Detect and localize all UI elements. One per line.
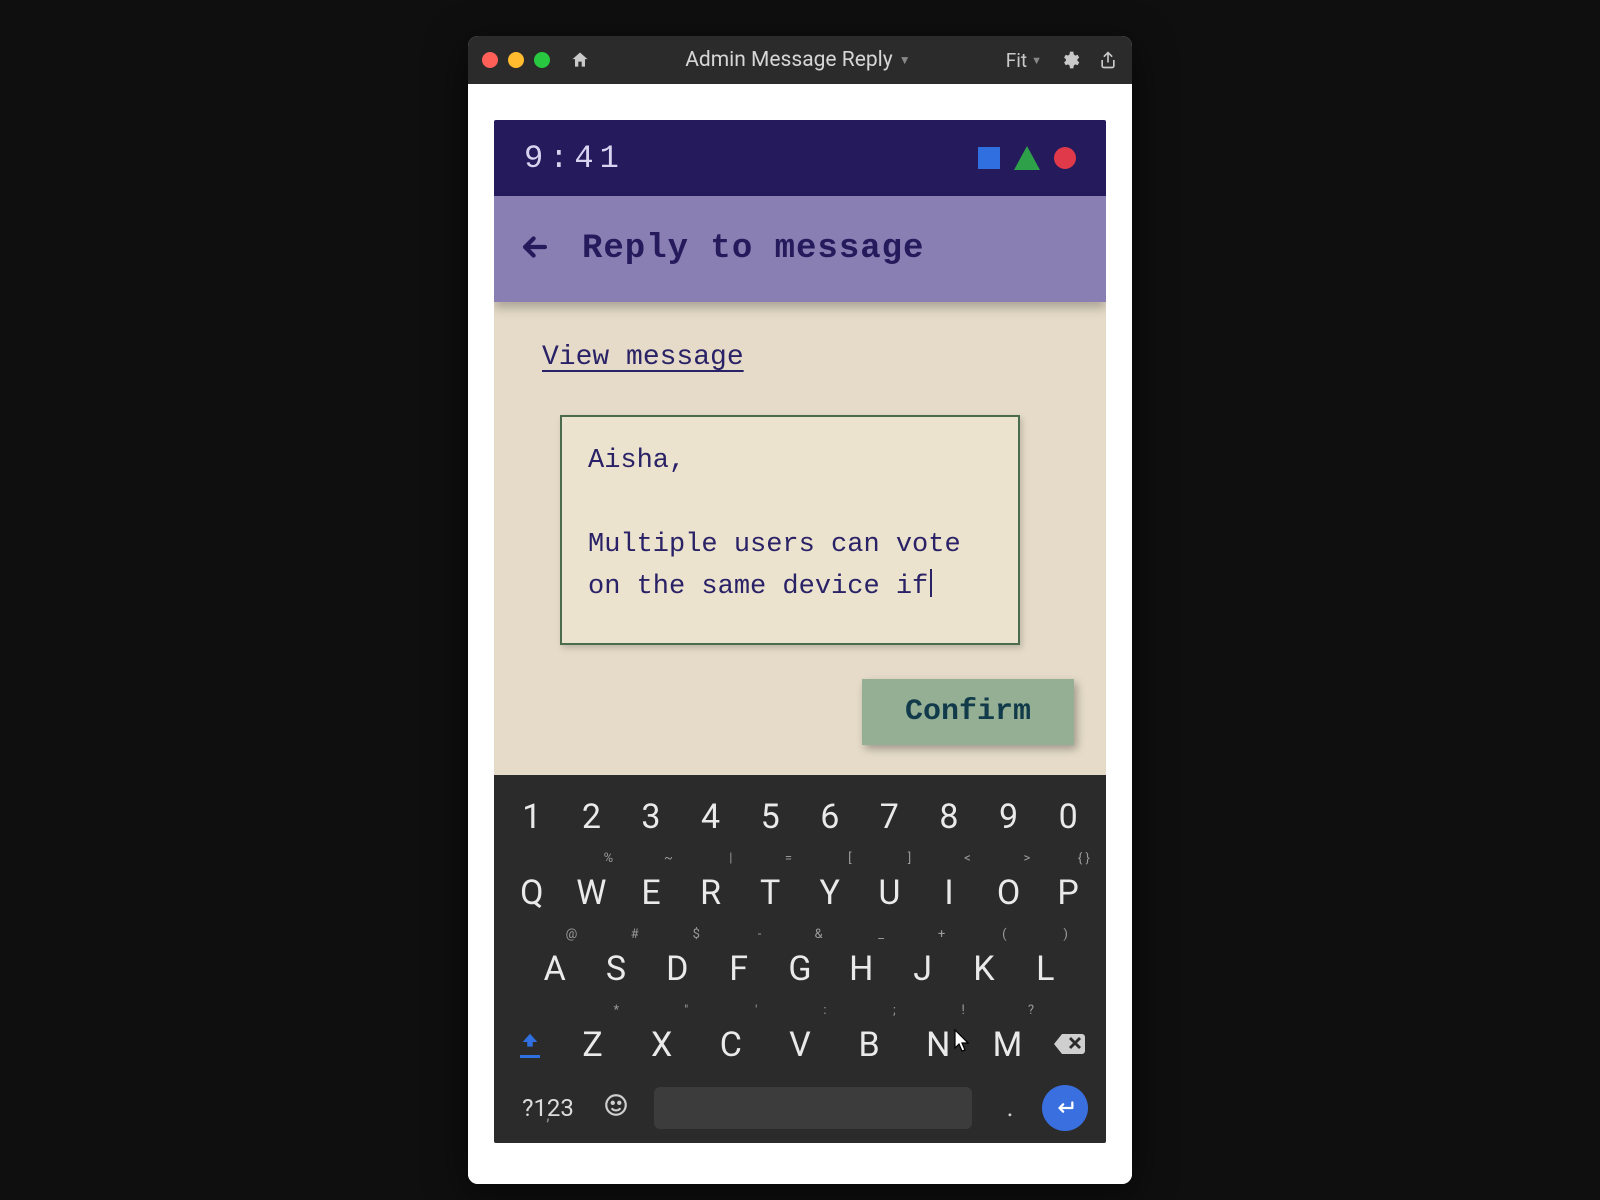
confirm-button[interactable]: Confirm (862, 679, 1074, 745)
share-icon[interactable] (1098, 50, 1118, 70)
keyboard-row-q: QW%E~R|T=Y[U]I<O>P{ } (502, 865, 1098, 919)
key-d[interactable]: D$ (647, 941, 708, 995)
key-6[interactable]: 6 (800, 789, 860, 843)
zoom-fit-label: Fit (1006, 49, 1027, 72)
key-p[interactable]: P{ } (1038, 865, 1098, 919)
key-8[interactable]: 8 (919, 789, 979, 843)
key-2[interactable]: 2 (562, 789, 622, 843)
status-icons (978, 146, 1076, 170)
triangle-status-icon (1014, 146, 1040, 170)
enter-key[interactable] (1042, 1085, 1088, 1131)
key-l[interactable]: L) (1015, 941, 1076, 995)
key-s[interactable]: S# (585, 941, 646, 995)
key-f[interactable]: F- (708, 941, 769, 995)
square-status-icon (978, 147, 1000, 169)
window-title[interactable]: Admin Message Reply ▼ (600, 48, 996, 72)
key-a[interactable]: A@ (524, 941, 585, 995)
key-m[interactable]: M? (973, 1017, 1042, 1071)
key-0[interactable]: 0 (1038, 789, 1098, 843)
emoji-key[interactable] (592, 1092, 640, 1125)
on-screen-keyboard: 1234567890 QW%E~R|T=Y[U]I<O>P{ } A@S#D$F… (494, 775, 1106, 1143)
key-x[interactable]: X" (627, 1017, 696, 1071)
key-o[interactable]: O> (979, 865, 1039, 919)
traffic-lights (482, 52, 550, 68)
key-u[interactable]: U] (860, 865, 920, 919)
key-5[interactable]: 5 (740, 789, 800, 843)
key-h[interactable]: H_ (831, 941, 892, 995)
keyboard-row-numbers: 1234567890 (502, 789, 1098, 843)
text-cursor (930, 569, 932, 597)
key-n[interactable]: N! (904, 1017, 973, 1071)
keyboard-row-a: A@S#D$F-G&H_J+K(L) (502, 941, 1098, 995)
circle-status-icon (1054, 147, 1076, 169)
back-arrow-icon[interactable] (518, 230, 552, 268)
chevron-down-icon: ▼ (899, 53, 911, 67)
status-time: 9:41 (524, 140, 625, 177)
fullscreen-window-button[interactable] (534, 52, 550, 68)
titlebar: Admin Message Reply ▼ Fit ▼ (468, 36, 1132, 84)
key-i[interactable]: I< (919, 865, 979, 919)
zoom-fit-button[interactable]: Fit ▼ (1006, 49, 1042, 72)
key-j[interactable]: J+ (892, 941, 953, 995)
key-v[interactable]: V: (765, 1017, 834, 1071)
minimize-window-button[interactable] (508, 52, 524, 68)
symbols-key[interactable]: ?123 , (512, 1094, 584, 1122)
key-w[interactable]: W% (562, 865, 622, 919)
key-t[interactable]: T= (740, 865, 800, 919)
app-window: Admin Message Reply ▼ Fit ▼ 9:41 (468, 36, 1132, 1184)
window-title-text: Admin Message Reply (685, 48, 893, 72)
key-c[interactable]: C' (696, 1017, 765, 1071)
key-1[interactable]: 1 (502, 789, 562, 843)
key-e[interactable]: E~ (621, 865, 681, 919)
space-key[interactable] (654, 1087, 972, 1129)
backspace-key[interactable] (1042, 1030, 1098, 1058)
key-b[interactable]: B; (835, 1017, 904, 1071)
gear-icon[interactable] (1060, 50, 1080, 70)
page-title: Reply to message (582, 230, 924, 268)
key-z[interactable]: Z* (558, 1017, 627, 1071)
chevron-down-icon: ▼ (1031, 54, 1042, 67)
key-q[interactable]: Q (502, 865, 562, 919)
shift-key[interactable] (502, 1031, 558, 1058)
content-area: View message Aisha, Multiple users can v… (494, 302, 1106, 775)
key-y[interactable]: Y[ (800, 865, 860, 919)
view-message-link[interactable]: View message (542, 342, 744, 373)
period-key[interactable]: . (986, 1093, 1034, 1123)
keyboard-row-func: ?123 , . (502, 1075, 1098, 1143)
key-k[interactable]: K( (953, 941, 1014, 995)
comma-hint: , (546, 1105, 549, 1124)
key-7[interactable]: 7 (860, 789, 920, 843)
keyboard-row-z: Z*X"C'V:B;N!M? (502, 1017, 1098, 1071)
key-g[interactable]: G& (769, 941, 830, 995)
key-r[interactable]: R| (681, 865, 741, 919)
close-window-button[interactable] (482, 52, 498, 68)
phone-frame: 9:41 Reply to message View message Aisha… (494, 120, 1106, 1143)
key-9[interactable]: 9 (979, 789, 1039, 843)
home-icon[interactable] (570, 50, 590, 70)
reply-textarea[interactable]: Aisha, Multiple users can vote on the sa… (560, 415, 1020, 645)
key-4[interactable]: 4 (681, 789, 741, 843)
canvas: 9:41 Reply to message View message Aisha… (468, 84, 1132, 1184)
reply-text: Aisha, Multiple users can vote on the sa… (588, 446, 977, 602)
status-bar: 9:41 (494, 120, 1106, 196)
app-bar: Reply to message (494, 196, 1106, 302)
key-3[interactable]: 3 (621, 789, 681, 843)
